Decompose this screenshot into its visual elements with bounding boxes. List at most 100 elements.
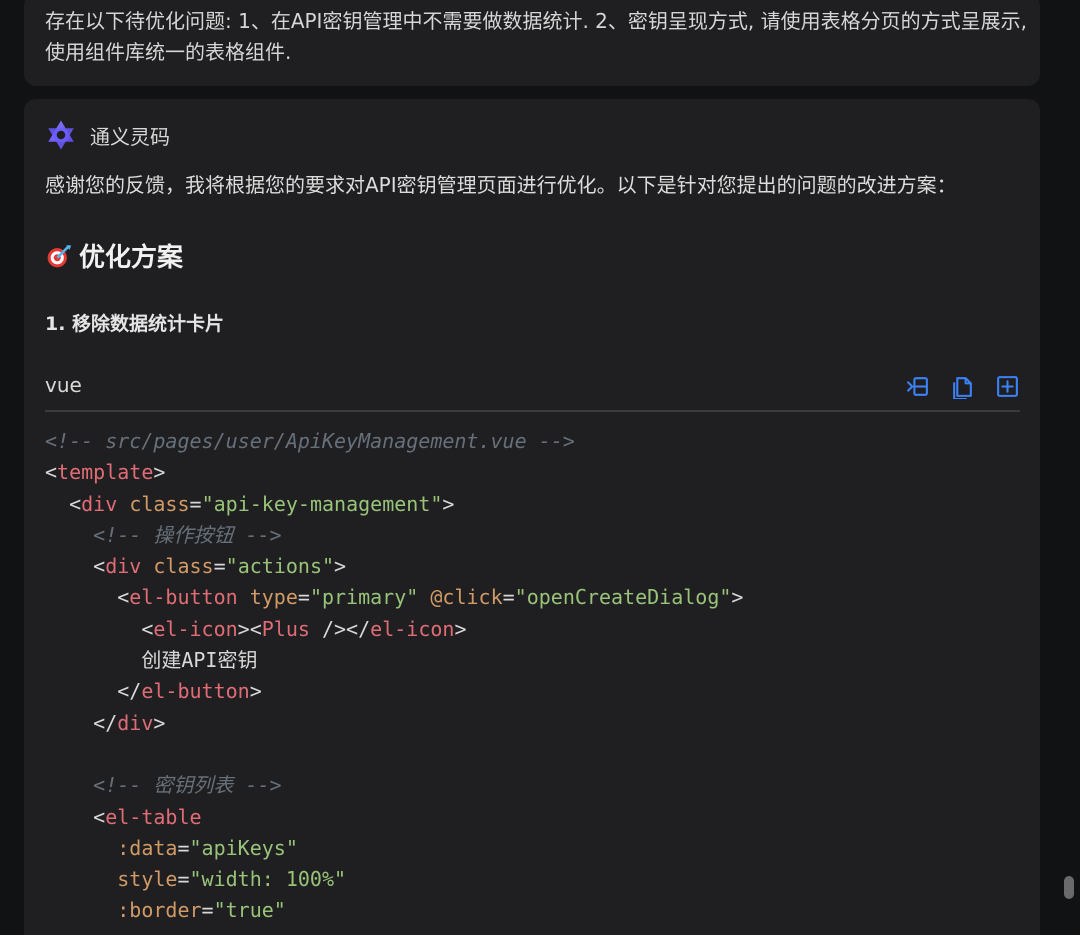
code-token: = — [213, 554, 226, 579]
code-token: div — [105, 554, 142, 579]
code-line: 创建API密钥 — [45, 645, 1020, 676]
code-token: = — [177, 867, 190, 892]
scrollbar-thumb[interactable] — [1064, 876, 1074, 899]
assistant-header: 通义灵码 — [44, 117, 170, 153]
section-heading: 优化方案 — [45, 237, 183, 274]
code-line: <!-- src/pages/user/ApiKeyManagement.vue… — [45, 426, 1020, 457]
code-token: "actions" — [225, 554, 335, 579]
assistant-message-card: 通义灵码 感谢您的反馈，我将根据您的要求对API密钥管理页面进行优化。以下是针对… — [24, 99, 1040, 935]
code-line: </el-button> — [45, 676, 1020, 707]
user-message-text: 存在以下待优化问题: 1、在API密钥管理中不需要做数据统计. 2、密钥呈现方式… — [45, 9, 1027, 64]
code-line: <el-table — [45, 802, 1020, 833]
code-line: <!-- 操作按钮 --> — [45, 520, 1020, 551]
code-token: > — [249, 679, 262, 704]
code-token: "width: 100%" — [189, 867, 347, 892]
code-line: <div class="api-key-management"> — [45, 489, 1020, 520]
code-language-label: vue — [45, 373, 82, 397]
code-token: el-icon — [153, 616, 238, 641]
code-token: "apiKeys" — [189, 835, 298, 860]
code-line: <div class="actions"> — [45, 551, 1020, 582]
page-scrollbar[interactable] — [1062, 99, 1076, 935]
section-heading-text: 优化方案 — [79, 243, 184, 273]
code-token: > — [731, 585, 744, 610]
code-block-header: vue — [45, 365, 1020, 412]
code-token: < — [117, 585, 130, 610]
target-dart-icon — [47, 244, 72, 267]
tongyi-lingma-logo-icon — [48, 120, 74, 150]
code-token: div — [117, 710, 154, 735]
code-token: < — [93, 804, 106, 829]
code-line: <el-button type="primary" @click="openCr… — [45, 582, 1020, 613]
insert-icon[interactable] — [905, 374, 930, 399]
code-token: 创建API密钥 — [45, 648, 258, 673]
code-token: div — [81, 491, 118, 516]
code-token: < — [69, 491, 82, 516]
code-token: class — [129, 491, 190, 516]
code-token: > — [153, 460, 166, 485]
user-message-card: 存在以下待优化问题: 1、在API密钥管理中不需要做数据统计. 2、密钥呈现方式… — [24, 0, 1040, 86]
code-token: > — [442, 491, 455, 516]
code-token: class — [153, 554, 214, 579]
code-token: = — [177, 835, 190, 860]
code-line: :data="apiKeys" — [45, 833, 1020, 864]
code-token: <!-- 操作按钮 --> — [45, 522, 282, 547]
code-line: <el-icon><Plus /></el-icon> — [45, 614, 1020, 645]
code-token: :data — [117, 835, 178, 860]
new-file-icon[interactable] — [995, 374, 1020, 399]
code-token: < — [45, 460, 58, 485]
code-token: > — [334, 554, 347, 579]
code-token: @click — [430, 585, 503, 610]
code-token: = — [502, 585, 515, 610]
code-token: < — [141, 616, 154, 641]
code-token: > — [153, 710, 166, 735]
code-line: :border="true" — [45, 895, 1020, 926]
code-token: "primary" — [309, 585, 419, 610]
code-line: </div> — [45, 708, 1020, 739]
code-token: /></ — [309, 616, 371, 641]
code-token: = — [201, 898, 214, 923]
code-line: <template> — [45, 457, 1020, 488]
code-token: el-button — [129, 585, 238, 610]
code-token: style — [117, 867, 178, 892]
code-token: el-table — [105, 804, 202, 829]
chat-page: 存在以下待优化问题: 1、在API密钥管理中不需要做数据统计. 2、密钥呈现方式… — [0, 0, 1080, 935]
code-token: > — [454, 616, 467, 641]
code-token: :border — [117, 898, 202, 923]
step-heading: 1. 移除数据统计卡片 — [45, 313, 225, 335]
code-token: < — [93, 554, 106, 579]
copy-icon[interactable] — [950, 374, 975, 399]
code-token: <!-- src/pages/user/ApiKeyManagement.vue… — [45, 429, 575, 453]
code-token: Plus — [261, 616, 310, 641]
code-actions-toolbar — [905, 374, 1020, 399]
code-token: el-button — [141, 679, 250, 704]
code-token: template — [57, 460, 154, 485]
assistant-intro: 感谢您的反馈，我将根据您的要求对API密钥管理页面进行优化。以下是针对您提出的问… — [45, 173, 957, 197]
assistant-name: 通义灵码 — [90, 124, 170, 149]
code-token: = — [297, 585, 310, 610]
code-line: style="width: 100%" — [45, 864, 1020, 895]
code-token: type — [249, 585, 298, 610]
code-block: <!-- src/pages/user/ApiKeyManagement.vue… — [45, 426, 1020, 935]
code-token: el-icon — [370, 616, 455, 641]
code-token: <!-- 密钥列表 --> — [45, 773, 282, 798]
code-token: "true" — [213, 898, 286, 923]
code-token: </ — [93, 710, 118, 735]
code-token: </ — [117, 679, 142, 704]
code-token: "api-key-management" — [201, 491, 443, 516]
code-token: "openCreateDialog" — [514, 585, 732, 610]
